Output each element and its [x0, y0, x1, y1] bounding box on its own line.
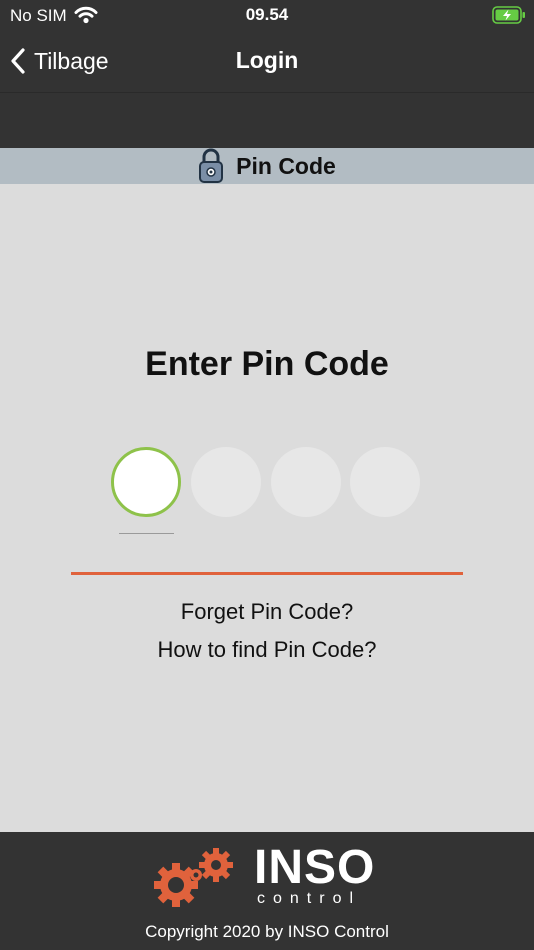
- enter-pin-heading: Enter Pin Code: [145, 345, 389, 383]
- pin-code-section-header: Pin Code: [0, 148, 534, 184]
- battery-charging-icon: [492, 6, 526, 29]
- pin-digit-4[interactable]: [350, 447, 420, 517]
- copyright-text: Copyright 2020 by INSO Control: [145, 922, 389, 941]
- header-spacer: [0, 93, 534, 148]
- section-title: Pin Code: [236, 152, 336, 179]
- find-pin-link[interactable]: How to find Pin Code?: [0, 637, 534, 663]
- main-content: [0, 184, 534, 832]
- inso-gears-logo-icon: [150, 845, 242, 912]
- back-button-label: Tilbage: [34, 47, 109, 74]
- navigation-bar: Tilbage Login: [0, 32, 534, 92]
- back-button[interactable]: Tilbage: [10, 46, 109, 76]
- lock-icon: [198, 148, 224, 184]
- pin-digit-2[interactable]: [191, 447, 261, 517]
- footer: INSO control Copyright 2020 by INSO Cont…: [0, 832, 534, 950]
- pin-error-line: [71, 572, 463, 575]
- pin-digit-3[interactable]: [271, 447, 341, 517]
- brand-name: INSO: [254, 841, 376, 894]
- status-time: 09.54: [245, 5, 289, 24]
- pin-cursor-underline: [119, 533, 174, 534]
- brand-subtitle: control: [257, 890, 362, 907]
- forget-pin-link[interactable]: Forget Pin Code?: [0, 599, 534, 625]
- pin-digit-1[interactable]: [111, 447, 181, 517]
- chevron-left-icon: [10, 47, 26, 75]
- status-bar: No SIM 09.54: [0, 0, 534, 32]
